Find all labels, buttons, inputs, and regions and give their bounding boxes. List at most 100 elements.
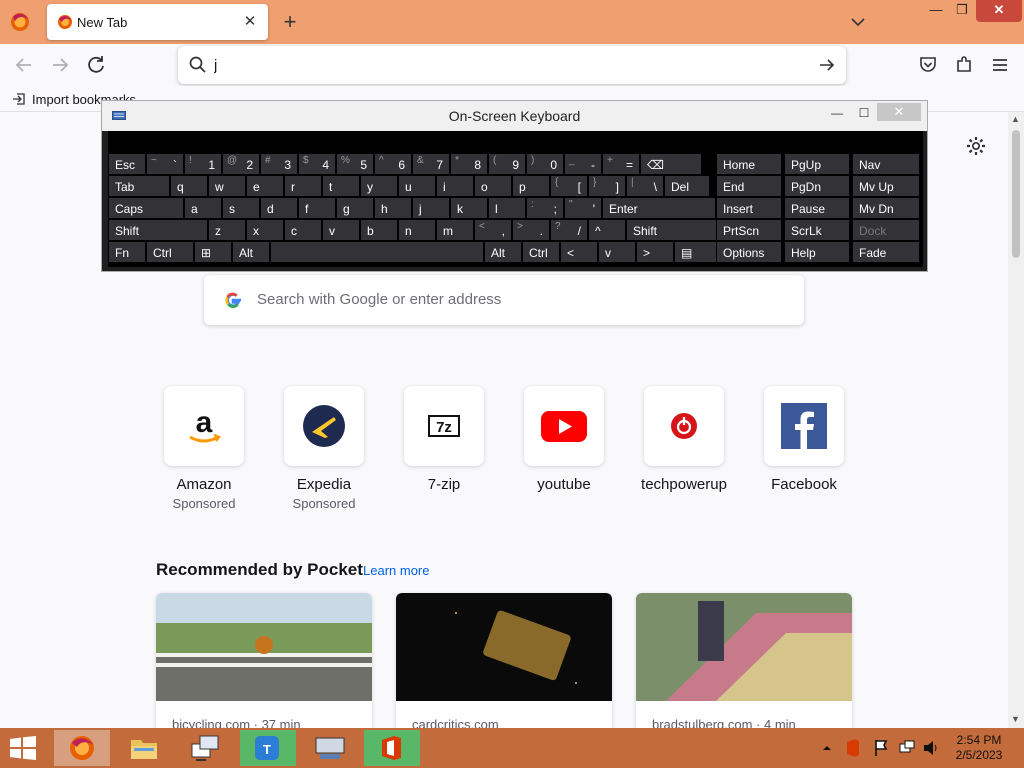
key-3[interactable]: #3	[260, 153, 298, 175]
top-site-tile[interactable]: a	[164, 386, 244, 466]
taskbar-teamviewer[interactable]: T	[240, 730, 296, 766]
back-arrow-icon[interactable]	[12, 53, 36, 77]
key-s[interactable]: s	[222, 197, 260, 219]
key-d[interactable]: d	[260, 197, 298, 219]
key-mv-up[interactable]: Mv Up	[852, 175, 920, 197]
key-symbol[interactable]: }]	[588, 175, 626, 197]
key-symbol[interactable]: >.	[512, 219, 550, 241]
key-esc[interactable]: Esc	[108, 153, 146, 175]
osk-titlebar[interactable]: On-Screen Keyboard — ☐ ✕	[102, 101, 927, 131]
pocket-card[interactable]: cardcritics.com	[396, 593, 612, 733]
tab-new-tab[interactable]: New Tab ✕	[47, 4, 268, 40]
key-v[interactable]: v	[598, 241, 636, 263]
key-i[interactable]: i	[436, 175, 474, 197]
key-u[interactable]: u	[398, 175, 436, 197]
taskbar-firefox[interactable]	[54, 730, 110, 766]
top-site-tile[interactable]	[284, 386, 364, 466]
top-site-tile[interactable]	[764, 386, 844, 466]
gear-icon[interactable]	[964, 134, 988, 158]
key-pgdn[interactable]: PgDn	[784, 175, 850, 197]
osk-close-button[interactable]: ✕	[877, 103, 921, 121]
top-site-facebook[interactable]: Facebook	[754, 386, 854, 493]
address-input[interactable]	[214, 54, 814, 76]
taskbar-office[interactable]	[364, 730, 420, 766]
key-5[interactable]: % 5	[336, 153, 374, 175]
reload-icon[interactable]	[84, 53, 108, 77]
top-site-techpowerup[interactable]: techpowerup	[634, 386, 734, 493]
key-j[interactable]: j	[412, 197, 450, 219]
key-c[interactable]: c	[284, 219, 322, 241]
key-symbol[interactable]: ⊞	[194, 241, 232, 263]
key-x[interactable]: x	[246, 219, 284, 241]
pocket-card[interactable]: bradstulberg.com · 4 min	[636, 593, 852, 733]
key-a[interactable]: a	[184, 197, 222, 219]
key-help[interactable]: Help	[784, 241, 850, 263]
key-end[interactable]: End	[716, 175, 782, 197]
key-enter[interactable]: Enter	[602, 197, 716, 219]
key-symbol[interactable]: " '	[564, 197, 602, 219]
key-6[interactable]: ^ 6	[374, 153, 412, 175]
key-n[interactable]: n	[398, 219, 436, 241]
taskbar-clock[interactable]: 2:54 PM 2/5/2023	[946, 733, 1012, 763]
key-symbol[interactable]: <,	[474, 219, 512, 241]
key-k[interactable]: k	[450, 197, 488, 219]
top-site-tile[interactable]	[644, 386, 724, 466]
new-tab-button[interactable]: +	[278, 8, 302, 36]
office-tray-icon[interactable]	[844, 738, 862, 758]
key-w[interactable]: w	[208, 175, 246, 197]
key-shift[interactable]: Shift	[108, 219, 208, 241]
top-site-youtube[interactable]: youtube	[514, 386, 614, 493]
newtab-search-box[interactable]: Search with Google or enter address	[204, 275, 804, 325]
network-tray-icon[interactable]	[898, 738, 916, 758]
key-symbol[interactable]: + =	[602, 153, 640, 175]
key-e[interactable]: e	[246, 175, 284, 197]
key-ctrl[interactable]: Ctrl	[146, 241, 194, 263]
key-scrlk[interactable]: ScrLk	[784, 219, 850, 241]
list-all-tabs-chevron-icon[interactable]	[846, 10, 870, 34]
key-symbol[interactable]: {[	[550, 175, 588, 197]
key-insert[interactable]: Insert	[716, 197, 782, 219]
key-caps[interactable]: Caps	[108, 197, 184, 219]
volume-icon[interactable]	[922, 738, 940, 758]
osk-minimize-button[interactable]: —	[826, 105, 848, 123]
close-tab-icon[interactable]: ✕	[240, 10, 260, 34]
taskbar-osk[interactable]	[302, 730, 358, 766]
key-mv-dn[interactable]: Mv Dn	[852, 197, 920, 219]
key-r[interactable]: r	[284, 175, 322, 197]
key-pgup[interactable]: PgUp	[784, 153, 850, 175]
key-l[interactable]: l	[488, 197, 526, 219]
key-home[interactable]: Home	[716, 153, 782, 175]
hamburger-menu-icon[interactable]	[988, 53, 1012, 77]
top-site-amazon[interactable]: a Amazon Sponsored	[154, 386, 254, 511]
key-0[interactable]: ) 0	[526, 153, 564, 175]
key-h[interactable]: h	[374, 197, 412, 219]
key-8[interactable]: * 8	[450, 153, 488, 175]
key-ctrl[interactable]: Ctrl	[522, 241, 560, 263]
top-site-expedia[interactable]: Expedia Sponsored	[274, 386, 374, 511]
key-alt[interactable]: Alt	[232, 241, 270, 263]
key-4[interactable]: $4	[298, 153, 336, 175]
key-options[interactable]: Options	[716, 241, 782, 263]
key-o[interactable]: o	[474, 175, 512, 197]
key-shift[interactable]: Shift	[626, 219, 718, 241]
key-prtscn[interactable]: PrtScn	[716, 219, 782, 241]
scroll-down-icon[interactable]: ▼	[1011, 714, 1020, 724]
scroll-up-icon[interactable]: ▲	[1011, 114, 1020, 124]
key-f[interactable]: f	[298, 197, 336, 219]
go-arrow-icon[interactable]	[816, 54, 838, 76]
show-hidden-icons-icon[interactable]	[818, 738, 836, 758]
pocket-save-icon[interactable]	[916, 53, 940, 77]
pocket-card[interactable]: bicycling.com · 37 min	[156, 593, 372, 733]
window-close-button[interactable]: ✕	[976, 0, 1022, 22]
key-symbol[interactable]: :;	[526, 197, 564, 219]
key-m[interactable]: m	[436, 219, 474, 241]
key-nav[interactable]: Nav	[852, 153, 920, 175]
osk-maximize-button[interactable]: ☐	[853, 105, 875, 123]
key-symbol[interactable]: | \	[626, 175, 664, 197]
firefox-logo-icon[interactable]	[8, 10, 32, 34]
top-site-tile[interactable]: 7z	[404, 386, 484, 466]
key-symbol[interactable]: ? /	[550, 219, 588, 241]
key-symbol[interactable]: ⌫	[640, 153, 702, 175]
key-pause[interactable]: Pause	[784, 197, 850, 219]
key-q[interactable]: q	[170, 175, 208, 197]
